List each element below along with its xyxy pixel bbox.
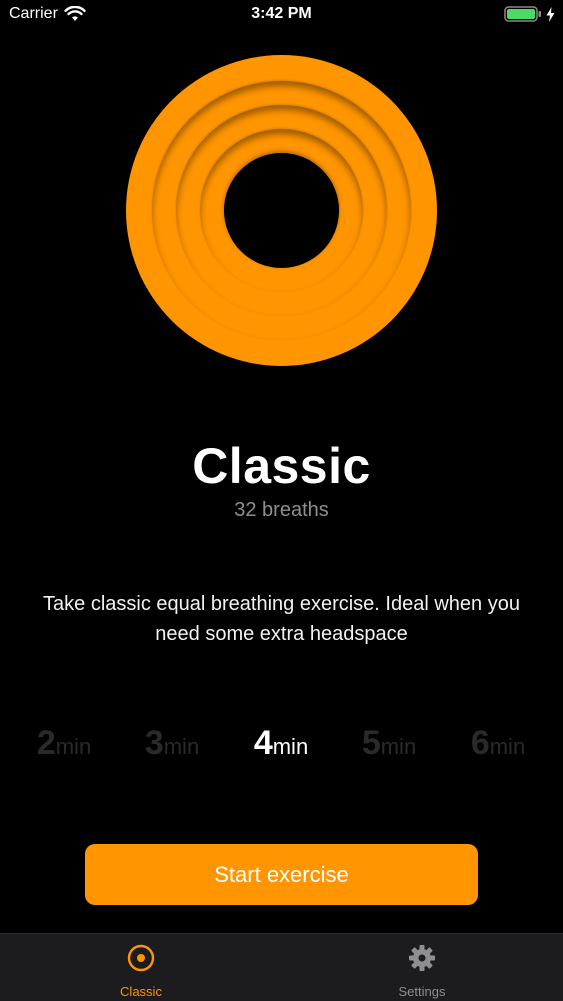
gear-icon <box>408 944 436 972</box>
duration-unit: min <box>380 734 417 759</box>
status-time: 3:42 PM <box>251 5 312 22</box>
breathing-rings-illustration <box>126 55 437 366</box>
duration-value: 5 <box>361 724 381 762</box>
duration-value: 6 <box>470 724 490 762</box>
target-circle-icon <box>127 944 155 972</box>
duration-unit: min <box>163 734 200 759</box>
duration-value: 2 <box>36 724 56 762</box>
battery-icon <box>504 6 542 22</box>
duration-value: 3 <box>144 724 164 762</box>
charging-bolt-icon <box>546 6 555 22</box>
ring-center <box>224 153 339 268</box>
start-exercise-button[interactable]: Start exercise <box>85 844 478 905</box>
duration-unit: min <box>489 734 526 759</box>
exercise-breath-count: 32 breaths <box>234 499 329 521</box>
tab-classic[interactable]: Classic <box>71 934 211 1001</box>
battery-status <box>504 6 555 22</box>
duration-value: 4 <box>253 724 273 762</box>
duration-option-2min[interactable]: 2min <box>9 724 119 763</box>
duration-option-4min[interactable]: 4min <box>226 724 336 763</box>
exercise-description: Take classic equal breathing exercise. I… <box>43 593 520 645</box>
duration-unit: min <box>55 734 92 759</box>
duration-unit: min <box>272 734 309 759</box>
duration-picker[interactable]: 2min 3min 4min 5min 6min <box>0 724 563 774</box>
duration-option-5min[interactable]: 5min <box>334 724 444 763</box>
tab-settings[interactable]: Settings <box>352 934 492 1001</box>
duration-option-6min[interactable]: 6min <box>443 724 553 763</box>
duration-option-3min[interactable]: 3min <box>117 724 227 763</box>
status-bar: Carrier 3:42 PM <box>0 0 563 30</box>
exercise-title: Classic <box>192 438 371 494</box>
tab-label: Settings <box>398 984 446 999</box>
tab-label: Classic <box>120 984 162 999</box>
tab-bar: Classic Settings <box>0 933 563 1001</box>
